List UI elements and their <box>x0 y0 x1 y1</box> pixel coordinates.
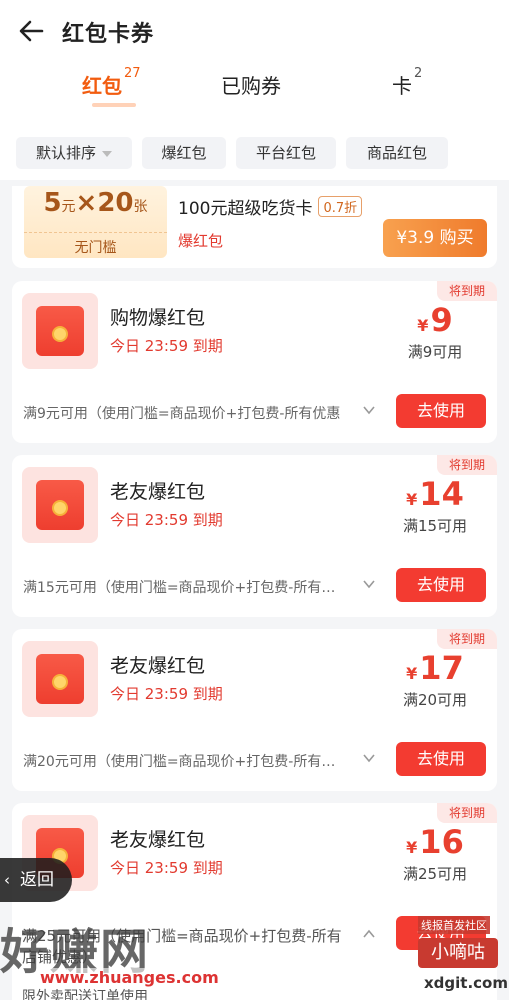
use-button[interactable]: 去使用 <box>396 568 486 602</box>
promo-qty-unit: 张 <box>133 199 148 215</box>
amount-value: 17 <box>419 649 464 687</box>
watermark-caption: 线报首发社区 <box>418 916 490 934</box>
coupon-rule: 满15元可用（使用门槛=商品现价+打包费-所有优惠 <box>23 580 349 596</box>
red-envelope-icon <box>22 293 98 369</box>
coupon-amount: ¥14 <box>394 475 476 513</box>
coupon-name: 老友爆红包 <box>110 829 206 851</box>
promo-times: × <box>75 188 98 218</box>
coupon-condition: 满25可用 <box>402 865 468 883</box>
chip-label: 平台红包 <box>255 144 316 162</box>
filter-chip-product[interactable]: 商品红包 <box>346 137 448 169</box>
use-button[interactable]: 去使用 <box>396 394 486 428</box>
coupon-card: 购物爆红包 今日 23:59 到期 将到期 ¥9 满9可用 满9元可用（使用门槛… <box>12 281 497 443</box>
coupon-card: 老友爆红包 今日 23:59 到期 将到期 ¥17 满20可用 满20元可用（使… <box>12 629 497 791</box>
discount-badge: 0.7折 <box>318 196 363 217</box>
sort-dropdown[interactable]: 默认排序 <box>16 137 132 169</box>
promo-unit: 元 <box>61 199 76 215</box>
coupon-name: 老友爆红包 <box>110 481 206 503</box>
currency-symbol: ¥ <box>406 490 418 509</box>
promo-tag: 无门槛 <box>24 232 167 257</box>
coupon-name: 购物爆红包 <box>110 307 206 329</box>
tab-bar: 红包27 已购券 卡2 <box>0 66 509 110</box>
chevron-down-icon[interactable] <box>362 403 376 417</box>
coupon-expire: 今日 23:59 到期 <box>110 511 223 529</box>
tab-count: 27 <box>124 66 141 82</box>
coupon-amount: ¥17 <box>394 649 476 687</box>
chevron-left-icon: ‹ <box>4 871 10 889</box>
coupon-amount: ¥9 <box>394 301 476 339</box>
filter-chip-baohongbao[interactable]: 爆红包 <box>142 137 226 169</box>
currency-symbol: ¥ <box>406 664 418 683</box>
watermark-url: xdgit.com <box>424 974 508 992</box>
filter-chip-platform[interactable]: 平台红包 <box>236 137 336 169</box>
tab-hongbao[interactable]: 红包27 <box>82 66 141 99</box>
use-button[interactable]: 去使用 <box>396 742 486 776</box>
active-tab-indicator <box>92 103 136 107</box>
coupon-amount: ¥16 <box>394 823 476 861</box>
coupon-rule: 满20元可用（使用门槛=商品现价+打包费-所有优惠 <box>23 754 349 770</box>
chevron-down-icon[interactable] <box>362 577 376 591</box>
chip-label: 商品红包 <box>366 144 427 162</box>
back-arrow-icon[interactable] <box>16 16 46 46</box>
return-button[interactable]: ‹ 返回 <box>0 858 72 902</box>
currency-symbol: ¥ <box>417 316 429 335</box>
currency-symbol: ¥ <box>406 838 418 857</box>
chip-label: 爆红包 <box>161 144 207 162</box>
promo-name: 100元超级吃货卡 0.7折 <box>178 194 363 219</box>
expiring-badge: 将到期 <box>437 629 497 649</box>
promo-ticket: 5元×20张 无门槛 <box>24 186 167 258</box>
amount-value: 14 <box>419 475 464 513</box>
expiring-badge: 将到期 <box>437 281 497 301</box>
chevron-up-icon[interactable] <box>362 927 376 941</box>
coupon-card: 老友爆红包 今日 23:59 到期 将到期 ¥14 满15可用 满15元可用（使… <box>12 455 497 617</box>
red-envelope-icon <box>22 641 98 717</box>
amount-value: 16 <box>419 823 464 861</box>
watermark-url: www.zhuanges.com <box>40 968 219 987</box>
coupon-condition: 满9可用 <box>407 343 463 361</box>
rule-line: 限外卖配送订单使用 <box>22 989 148 1000</box>
coupon-expire: 今日 23:59 到期 <box>110 859 223 877</box>
coupon-condition: 满15可用 <box>402 517 468 535</box>
amount-value: 9 <box>430 301 453 339</box>
tab-cards[interactable]: 卡2 <box>392 66 422 99</box>
expiring-badge: 将到期 <box>437 455 497 475</box>
chip-label: 默认排序 <box>35 144 96 162</box>
coupon-rule: 满9元可用（使用门槛=商品现价+打包费-所有优惠 <box>23 406 341 422</box>
promo-card: 5元×20张 无门槛 100元超级吃货卡 0.7折 爆红包 ¥3.9 购买 <box>12 186 497 268</box>
tab-purchased[interactable]: 已购券 <box>221 70 281 99</box>
buy-button[interactable]: ¥3.9 购买 <box>383 219 487 257</box>
promo-amount: 5元×20张 <box>24 188 167 218</box>
top-bar: 红包卡券 红包27 已购券 卡2 默认排序 爆红包 平台红包 商品红包 <box>0 0 509 180</box>
red-envelope-icon <box>22 467 98 543</box>
chevron-down-icon[interactable] <box>362 751 376 765</box>
tab-label: 红包 <box>82 74 122 98</box>
promo-qty: 20 <box>97 188 134 218</box>
coupon-expire: 今日 23:59 到期 <box>110 337 223 355</box>
promo-subtitle: 爆红包 <box>178 232 224 250</box>
coupon-expire: 今日 23:59 到期 <box>110 685 223 703</box>
coupon-condition: 满20可用 <box>402 691 468 709</box>
watermark-logo: 小嘀咕 <box>418 938 498 968</box>
return-label: 返回 <box>20 870 54 890</box>
tab-label: 卡 <box>392 74 412 98</box>
tab-count: 2 <box>414 66 423 82</box>
page-title: 红包卡券 <box>62 22 155 47</box>
caret-down-icon <box>102 150 112 157</box>
promo-value: 5 <box>43 188 62 218</box>
promo-title: 100元超级吃货卡 <box>178 199 313 219</box>
coupon-name: 老友爆红包 <box>110 655 206 677</box>
expiring-badge: 将到期 <box>437 803 497 823</box>
tab-label: 已购券 <box>221 74 281 98</box>
